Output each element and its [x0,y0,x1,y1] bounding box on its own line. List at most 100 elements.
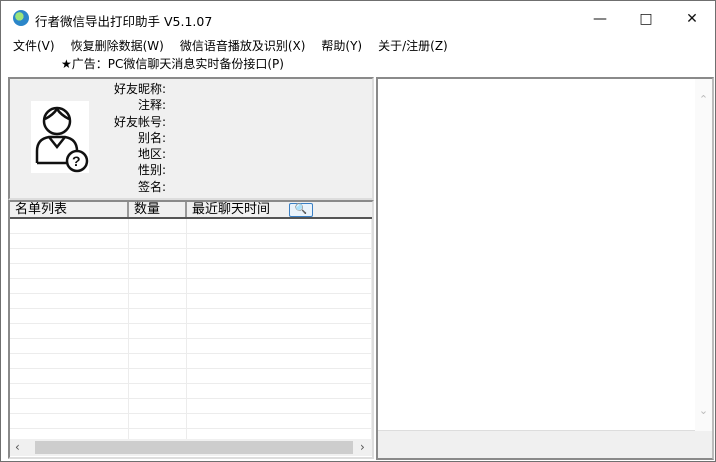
column-count[interactable]: 数量 [129,202,187,217]
table-row[interactable] [10,354,372,369]
contact-list: 名单列表 数量 最近聊天时间 🔍 ‹ › [8,200,374,459]
menu-help[interactable]: 帮助(Y) [319,37,367,55]
profile-panel: ? 好友昵称: 注释: 好友帐号: 别名: 地区: 性别: 签名: [8,77,374,200]
table-cell [10,399,129,413]
status-bar [378,432,712,458]
table-cell [129,219,187,233]
table-cell [187,309,372,323]
table-cell [129,369,187,383]
table-cell [10,234,129,248]
table-row[interactable] [10,369,372,384]
scroll-left-icon[interactable]: ‹ [15,439,20,456]
table-row[interactable] [10,309,372,324]
menu-file[interactable]: 文件(V) [11,37,60,55]
table-row[interactable] [10,339,372,354]
table-cell [10,414,129,428]
window-title: 行者微信导出打印助手 V5.1.07 [35,14,213,29]
table-row[interactable] [10,429,372,439]
label-signature: 签名: [137,179,166,194]
title-bar: 行者微信导出打印助手 V5.1.07 — □ ✕ [1,1,715,37]
main-window: 行者微信导出打印助手 V5.1.07 — □ ✕ 文件(V) 恢复删除数据(W)… [0,0,716,462]
table-row[interactable] [10,414,372,429]
table-row[interactable] [10,294,372,309]
search-icon[interactable]: 🔍 [289,203,313,217]
table-cell [129,234,187,248]
table-cell [129,414,187,428]
table-cell [187,429,372,439]
close-button[interactable]: ✕ [669,1,715,37]
message-textarea[interactable]: ⌃ ⌄ [378,79,712,431]
table-cell [187,369,372,383]
menu-voice[interactable]: 微信语音播放及识别(X) [178,37,311,55]
table-cell [10,324,129,338]
menu-about-register[interactable]: 关于/注册(Z) [376,37,453,55]
table-cell [10,294,129,308]
table-cell [187,324,372,338]
table-row[interactable] [10,234,372,249]
table-row[interactable] [10,249,372,264]
table-cell [187,354,372,368]
message-panel: ⌃ ⌄ [376,77,714,460]
table-cell [187,249,372,263]
label-nickname: 好友昵称: [113,82,166,96]
table-row[interactable] [10,324,372,339]
table-row[interactable] [10,279,372,294]
label-region: 地区: [137,147,166,162]
table-cell [10,384,129,398]
avatar-unknown-icon: ? [31,101,89,173]
table-row[interactable] [10,219,372,234]
table-cell [10,249,129,263]
table-cell [10,354,129,368]
table-cell [187,294,372,308]
label-gender: 性别: [137,163,166,178]
table-cell [10,279,129,293]
menu-bar: 文件(V) 恢复删除数据(W) 微信语音播放及识别(X) 帮助(Y) 关于/注册… [11,37,462,55]
svg-text:?: ? [72,153,81,169]
scroll-right-icon[interactable]: › [360,439,365,456]
minimize-button[interactable]: — [577,1,623,37]
table-cell [129,294,187,308]
table-cell [187,339,372,353]
table-cell [187,264,372,278]
list-rows [10,219,372,439]
label-alias: 别名: [137,130,166,145]
table-row[interactable] [10,384,372,399]
menu-recover-deleted[interactable]: 恢复删除数据(W) [69,37,169,55]
table-cell [129,384,187,398]
column-last-chat[interactable]: 最近聊天时间 🔍 [187,202,372,217]
table-cell [187,384,372,398]
table-cell [10,369,129,383]
label-account: 好友帐号: [113,114,166,129]
maximize-button[interactable]: □ [623,1,669,37]
table-cell [129,309,187,323]
table-cell [129,324,187,338]
vertical-scrollbar[interactable]: ⌃ ⌄ [695,79,712,431]
scroll-down-icon[interactable]: ⌄ [695,404,712,417]
table-cell [10,219,129,233]
table-cell [10,264,129,278]
table-cell [10,339,129,353]
scroll-up-icon[interactable]: ⌃ [695,93,712,106]
table-cell [187,219,372,233]
app-icon [13,10,29,26]
table-cell [187,279,372,293]
ad-link[interactable]: ★广告：PC微信聊天消息实时备份接口(P) [61,56,284,72]
table-cell [129,399,187,413]
table-row[interactable] [10,264,372,279]
column-last-chat-label: 最近聊天时间 [192,202,271,217]
table-cell [10,309,129,323]
scrollbar-thumb[interactable] [35,441,353,454]
label-remark: 注释: [137,98,166,113]
table-cell [129,354,187,368]
list-header: 名单列表 数量 最近聊天时间 🔍 [10,202,372,219]
column-name[interactable]: 名单列表 [10,202,129,217]
table-cell [129,264,187,278]
table-cell [10,429,129,439]
profile-labels: 好友昵称: 注释: 好友帐号: 别名: 地区: 性别: 签名: [100,81,166,195]
table-cell [187,414,372,428]
table-cell [129,279,187,293]
horizontal-scrollbar[interactable]: ‹ › [10,439,372,456]
table-cell [129,429,187,439]
table-cell [187,399,372,413]
table-row[interactable] [10,399,372,414]
